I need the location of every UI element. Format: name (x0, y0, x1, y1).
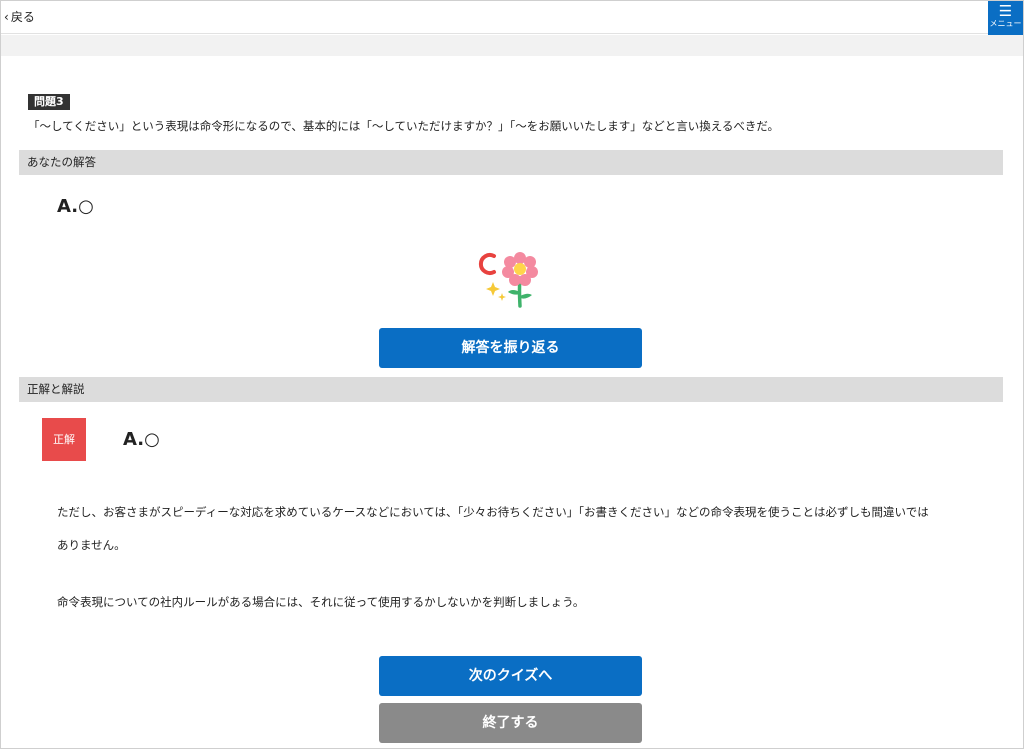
menu-label: メニュー (989, 19, 1022, 28)
correct-badge: 正解 (42, 418, 86, 461)
your-answer-value: A.○ (57, 196, 94, 217)
back-label: 戻る (10, 10, 35, 24)
back-button[interactable]: ‹ 戻る (4, 8, 35, 25)
app-frame (0, 0, 1024, 749)
explanation-text-paragraph2: 命令表現についての社内ルールがある場合には、それに従って使用するかしないかを判断… (57, 595, 585, 609)
header-spacer-band (1, 35, 1023, 56)
question-number-badge: 問題3 (28, 94, 70, 110)
chevron-left-icon: ‹ (4, 9, 9, 24)
top-header: ‹ 戻る ☰ メニュー (1, 1, 1023, 35)
explanation-section-title: 正解と解説 (19, 377, 1003, 402)
correct-flower-icon (478, 252, 538, 308)
hamburger-icon: ☰ (998, 2, 1013, 20)
finish-button[interactable]: 終了する (379, 703, 642, 743)
question-text: 「〜してください」という表現は命令形になるので、基本的には「〜していただけますか… (28, 119, 780, 133)
correct-answer-value: A.○ (123, 429, 160, 450)
your-answer-section-title: あなたの解答 (19, 150, 1003, 175)
explanation-text-line2: ありません。 (57, 538, 126, 552)
review-answer-button[interactable]: 解答を振り返る (379, 328, 642, 368)
menu-button[interactable]: ☰ メニュー (988, 1, 1023, 35)
explanation-text-line1: ただし、お客さまがスピーディーな対応を求めているケースなどにおいては、「少々お待… (57, 505, 929, 519)
next-quiz-button[interactable]: 次のクイズへ (379, 656, 642, 696)
